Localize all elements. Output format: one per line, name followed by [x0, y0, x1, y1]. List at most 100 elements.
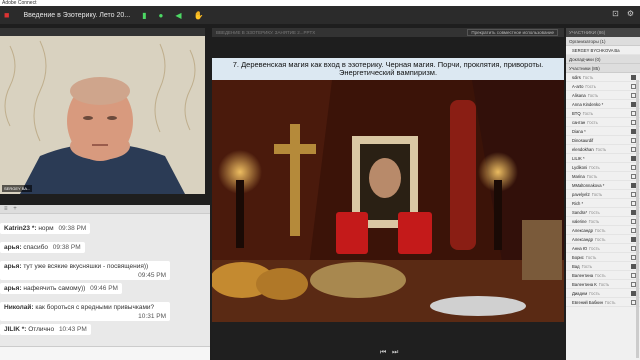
attendee-row[interactable]: elendokhan Гость	[566, 145, 640, 154]
app-logo-icon: ■	[4, 10, 10, 20]
attendee-row[interactable]: pavelyel2 Гость	[566, 190, 640, 199]
attendee-status: Гость	[594, 237, 606, 242]
attendee-row[interactable]: SERGEY BYCHKOVA Ва	[566, 46, 640, 55]
chat-menu-icon[interactable]: ≡	[4, 206, 8, 212]
chat-message: арья: нафеячить самому)) 09:46 PM	[0, 283, 122, 294]
attendee-list: sdirs Гость A-arto Гость Alisana Гость Anna Ki…	[566, 73, 640, 307]
attendee-name: Евгений Бабкин	[572, 300, 603, 305]
attendee-name: Валентина К	[572, 282, 597, 287]
attendee-name: elendokhan	[572, 147, 594, 152]
attendee-name: Rich *	[572, 201, 584, 206]
speaker-icon[interactable]: ◀	[175, 11, 181, 20]
video-name-label: SERGEY BA...	[2, 185, 33, 192]
attendee-name: Борис	[572, 255, 584, 260]
attendee-name: Anna Kindenko *	[572, 102, 604, 107]
status-icon[interactable]: ✋	[194, 11, 204, 20]
attendee-name: сантан	[572, 120, 586, 125]
add-icon[interactable]: +	[13, 206, 17, 212]
share-pod-title: ВВЕДЕНИЕ В ЭЗОТЕРИКУ. ЗАНЯТИЕ 2...PPTX	[216, 30, 316, 35]
attendee-row[interactable]: Диадем Гость	[566, 289, 640, 298]
chat-message: арья: тут уже всякие вкусняшки - посвяще…	[0, 261, 170, 280]
attendee-name: A-arto	[572, 84, 584, 89]
attendee-row[interactable]: BTQ Гость	[566, 109, 640, 118]
chat-message: Katrin23 *: норм 09:38 PM	[0, 223, 91, 234]
attendee-row[interactable]: MMaltonnakova *	[566, 181, 640, 190]
attendee-status: Гость	[587, 93, 599, 98]
chat-message: арья: спасибо 09:38 PM	[0, 242, 85, 253]
attendee-name: Alisana	[572, 93, 586, 98]
attendees-scrollbar[interactable]	[636, 80, 639, 358]
next-slide-icon[interactable]: ⏭	[392, 349, 398, 357]
attendee-name: Анна Ю	[572, 246, 588, 251]
attendee-name: sdirs	[572, 75, 581, 80]
attendee-row[interactable]: Anna Kindenko *	[566, 100, 640, 109]
attendee-row[interactable]: Анна Ю Гость	[566, 244, 640, 253]
microphone-icon[interactable]: ●	[159, 11, 164, 20]
attendee-row[interactable]: Rich *	[566, 199, 640, 208]
attendee-status: Гость	[585, 84, 596, 89]
presenter-video	[0, 36, 205, 194]
attendee-row[interactable]: A-arto Гость	[566, 82, 640, 91]
attendee-row[interactable]: Diana *	[566, 127, 640, 136]
attendee-row[interactable]: Sandra* Гость	[566, 208, 640, 217]
chat-message: Николай: как бороться с вредными привычк…	[0, 302, 170, 321]
attendee-name: Александр	[572, 228, 593, 233]
attendee-name: Lydikoni	[572, 165, 588, 170]
attendee-name: Вад	[572, 264, 580, 269]
attendee-status: Гость	[587, 120, 598, 125]
attendee-row[interactable]: valerine Гость	[566, 217, 640, 226]
attendee-row[interactable]: Dinosaurdif	[566, 136, 640, 145]
attendee-status: Гость	[589, 291, 600, 296]
attendee-status: Гость	[589, 210, 600, 215]
attendee-status: Гость	[586, 174, 598, 179]
attendee-status: Гость	[594, 228, 606, 233]
attendee-name: Александр	[572, 237, 593, 242]
attendee-status: Гость	[588, 219, 600, 224]
attendees-pod: УЧАСТНИКИ (86) Организаторы (1) SERGEY B…	[566, 28, 640, 360]
attendee-name: Diana *	[572, 129, 586, 134]
attendee-status: Гость	[598, 282, 610, 287]
attendee-row[interactable]: Александр Гость	[566, 226, 640, 235]
attendee-row[interactable]: Евгений Бабкин Гость	[566, 298, 640, 307]
room-title: Введение в Эзотерику. Лето 20...	[23, 11, 131, 19]
participants-section[interactable]: Участники (85)	[566, 64, 640, 73]
presenters-section[interactable]: Докладчики (0)	[566, 55, 640, 64]
attendee-name: Marina	[572, 174, 585, 179]
chat-pod: ≡ + Katrin23 *: норм 09:38 PM арья: спас…	[0, 205, 210, 360]
attendee-status: Гость	[582, 75, 594, 80]
attendee-status: Гость	[581, 264, 593, 269]
attendee-row[interactable]: Marina Гость	[566, 172, 640, 181]
layout-icon[interactable]: ⊡	[612, 9, 619, 18]
chat-toolbar: ≡ +	[0, 205, 210, 214]
attendee-name: pavelyel2	[572, 192, 590, 197]
share-pod-header: ВВЕДЕНИЕ В ЭЗОТЕРИКУ. ЗАНЯТИЕ 2...PPTX П…	[212, 28, 564, 37]
attendee-row[interactable]: sdirs Гость	[566, 73, 640, 82]
attendee-status: Гость	[595, 147, 607, 152]
attendee-row[interactable]: Alisana Гость	[566, 91, 640, 100]
previous-slide-icon[interactable]: ⏮	[380, 349, 386, 357]
camera-icon[interactable]: ▮	[142, 11, 146, 20]
attendee-row[interactable]: сантан Гость	[566, 118, 640, 127]
share-pod-footer	[212, 322, 564, 360]
chat-input[interactable]	[0, 346, 210, 360]
settings-icon[interactable]: ⚙	[627, 9, 634, 18]
attendee-status: Гость	[595, 273, 606, 278]
attendee-name: valerine	[572, 219, 587, 224]
slide-title-line2: Энергетический вампиризм.	[338, 68, 438, 77]
stop-sharing-button[interactable]: Прекратить совместное использование	[467, 29, 558, 36]
attendee-status: Гость	[591, 192, 603, 197]
organizers-section[interactable]: Организаторы (1)	[566, 37, 640, 46]
attendee-row[interactable]: Борис Гость	[566, 253, 640, 262]
slide-title: 7. Деревенская магия как вход в эзотерик…	[212, 58, 564, 80]
attendee-row[interactable]: Вад Гость	[566, 262, 640, 271]
attendee-row[interactable]: Валентина Гость	[566, 271, 640, 280]
attendee-row[interactable]: LILIK *	[566, 154, 640, 163]
attendee-row[interactable]: Lydikoni Гость	[566, 163, 640, 172]
attendee-name: Dinosaurdif	[572, 138, 594, 143]
attendee-name: LILIK *	[572, 156, 585, 161]
slide-illustration	[212, 80, 564, 322]
attendee-row[interactable]: Валентина К Гость	[566, 280, 640, 289]
attendee-status: Гость	[585, 255, 597, 260]
attendee-status: Гость	[589, 165, 600, 170]
attendee-row[interactable]: Александр Гость	[566, 235, 640, 244]
